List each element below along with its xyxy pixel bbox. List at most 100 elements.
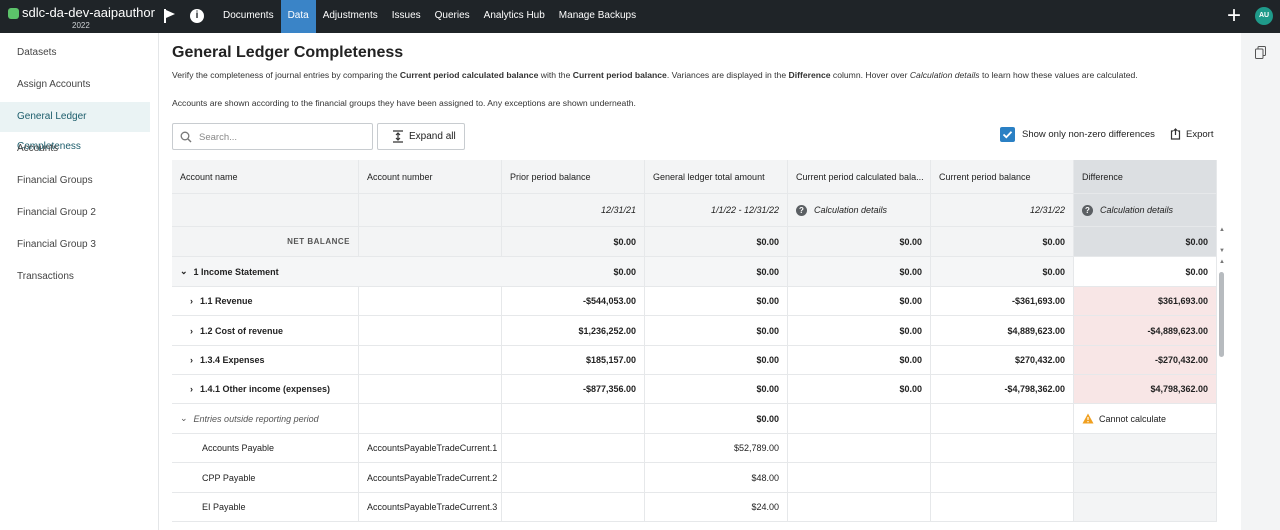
col-header-prior-balance[interactable]: Prior period balance xyxy=(502,160,645,194)
avatar[interactable]: AU xyxy=(1255,7,1273,25)
scroll-thumb[interactable] xyxy=(1219,272,1224,357)
add-icon[interactable]: + xyxy=(1227,4,1241,28)
desc-text-2: with the xyxy=(538,70,573,80)
col-header-account-name[interactable]: Account name xyxy=(172,160,359,194)
sidebar-item-financial-groups[interactable]: Financial Groups xyxy=(0,166,150,196)
sidebar-item-general-ledger-completeness[interactable]: General Ledger Completeness xyxy=(0,102,150,152)
nav-issues[interactable]: Issues xyxy=(385,0,428,33)
app-brand[interactable]: sdlc-da-dev-aaipauthor 2022 xyxy=(6,5,155,31)
scroll-up-icon[interactable]: ▲ xyxy=(1218,258,1226,266)
net-balance-label: NET BALANCE xyxy=(172,227,359,257)
sidebar-item-accounts[interactable]: Accounts xyxy=(0,134,150,164)
col-header-account-number[interactable]: Account number xyxy=(359,160,502,194)
show-nonzero-label[interactable]: Show only non-zero differences xyxy=(1022,129,1155,140)
col-header-gl-total[interactable]: General ledger total amount xyxy=(645,160,788,194)
chevron-down-icon[interactable]: ⌄ xyxy=(180,266,188,277)
info-icon[interactable]: i xyxy=(190,9,204,23)
nav-documents[interactable]: Documents xyxy=(216,0,281,33)
scroll-up-icon[interactable]: ▲ xyxy=(1218,226,1226,234)
entry-prior xyxy=(502,463,645,493)
income-statement-row[interactable]: ⌄ 1 Income Statement xyxy=(172,257,502,287)
nav-manage-backups[interactable]: Manage Backups xyxy=(552,0,643,33)
nav-data[interactable]: Data xyxy=(280,0,316,33)
search-input[interactable] xyxy=(199,129,369,145)
group-calc: $0.00 xyxy=(788,316,931,346)
entry-prior xyxy=(502,434,645,463)
outside-calc xyxy=(788,404,931,434)
show-nonzero-checkbox[interactable] xyxy=(1000,127,1015,142)
group-difference: -$4,889,623.00 xyxy=(1074,316,1217,346)
group-number-cell xyxy=(359,375,502,404)
entry-difference xyxy=(1074,434,1217,463)
subheader-gl-date-range: 1/1/22 - 12/31/22 xyxy=(645,194,788,227)
entry-prior xyxy=(502,493,645,522)
group-current: -$361,693.00 xyxy=(931,287,1074,316)
col-header-current-balance[interactable]: Current period balance xyxy=(931,160,1074,194)
group-calc: $0.00 xyxy=(788,375,931,404)
desc-text-4: column. Hover over xyxy=(830,70,910,80)
search-box[interactable] xyxy=(172,123,373,150)
net-calc: $0.00 xyxy=(788,227,931,257)
outside-difference: Cannot calculate xyxy=(1074,404,1217,434)
group-gl: $0.00 xyxy=(645,375,788,404)
sidebar-item-transactions[interactable]: Transactions xyxy=(0,262,150,292)
entry-current xyxy=(931,493,1074,522)
col-header-difference[interactable]: Difference xyxy=(1074,160,1217,194)
app-year: 2022 xyxy=(72,21,90,30)
ledger-table: Account name Account number Prior period… xyxy=(172,160,1217,530)
page-description-2: Accounts are shown according to the fina… xyxy=(172,98,636,108)
table-scrollbar[interactable]: ▲ ▼ ▲ xyxy=(1218,226,1226,530)
group-name-cell[interactable]: › 1.2 Cost of revenue xyxy=(172,316,359,346)
entry-name: EI Payable xyxy=(172,493,359,522)
sidebar-item-financial-group-2[interactable]: Financial Group 2 xyxy=(0,198,150,228)
chevron-right-icon[interactable]: › xyxy=(190,384,193,394)
group-number-cell xyxy=(359,346,502,375)
sidebar-item-datasets[interactable]: Datasets xyxy=(0,38,150,68)
calc-details-link[interactable]: ? Calculation details xyxy=(788,194,931,227)
copy-icon[interactable] xyxy=(1255,46,1266,59)
group-prior: $1,236,252.00 xyxy=(502,316,645,346)
net-balance-number xyxy=(359,227,502,257)
expand-all-button[interactable]: Expand all xyxy=(377,123,465,150)
group-name-cell[interactable]: › 1.4.1 Other income (expenses) xyxy=(172,375,359,404)
nav-adjustments[interactable]: Adjustments xyxy=(316,0,385,33)
income-difference: $0.00 xyxy=(1074,257,1217,287)
group-difference: $361,693.00 xyxy=(1074,287,1217,316)
entry-name: CPP Payable xyxy=(172,463,359,493)
subheader-prior-date: 12/31/21 xyxy=(502,194,645,227)
calc-details-link-difference[interactable]: ? Calculation details xyxy=(1074,194,1217,227)
sidebar-item-financial-group-3[interactable]: Financial Group 3 xyxy=(0,230,150,260)
group-prior: $185,157.00 xyxy=(502,346,645,375)
chevron-right-icon[interactable]: › xyxy=(190,326,193,336)
chevron-down-icon[interactable]: ⌄ xyxy=(180,413,188,424)
group-current: $4,889,623.00 xyxy=(931,316,1074,346)
nav-analytics-hub[interactable]: Analytics Hub xyxy=(477,0,552,33)
chevron-right-icon[interactable]: › xyxy=(190,355,193,365)
chevron-right-icon[interactable]: › xyxy=(190,296,193,306)
scroll-down-icon[interactable]: ▼ xyxy=(1218,247,1226,255)
group-difference: $4,798,362.00 xyxy=(1074,375,1217,404)
group-difference: -$270,432.00 xyxy=(1074,346,1217,375)
expand-icon xyxy=(393,130,403,143)
col-header-calculated-balance[interactable]: Current period calculated bala... xyxy=(788,160,931,194)
group-name-cell[interactable]: › 1.1 Revenue xyxy=(172,287,359,316)
subheader-empty xyxy=(359,194,502,227)
app-logo-icon xyxy=(8,8,19,19)
sidebar-item-assign-accounts[interactable]: Assign Accounts xyxy=(0,70,150,100)
desc-bold-1: Current period calculated balance xyxy=(399,70,539,80)
desc-bold-3: Difference xyxy=(788,70,831,80)
entries-outside-row[interactable]: ⌄ Entries outside reporting period xyxy=(172,404,359,434)
flag-icon[interactable] xyxy=(163,8,177,24)
group-prior: -$877,356.00 xyxy=(502,375,645,404)
net-current: $0.00 xyxy=(931,227,1074,257)
desc-text-3: . Variances are displayed in the xyxy=(666,70,789,80)
income-current: $0.00 xyxy=(931,257,1074,287)
entry-current xyxy=(931,463,1074,493)
help-icon: ? xyxy=(796,204,807,216)
group-name-cell[interactable]: › 1.3.4 Expenses xyxy=(172,346,359,375)
group-gl: $0.00 xyxy=(645,287,788,316)
nav-queries[interactable]: Queries xyxy=(428,0,477,33)
entry-calc xyxy=(788,493,931,522)
export-icon xyxy=(1170,128,1181,140)
search-icon xyxy=(180,131,192,143)
